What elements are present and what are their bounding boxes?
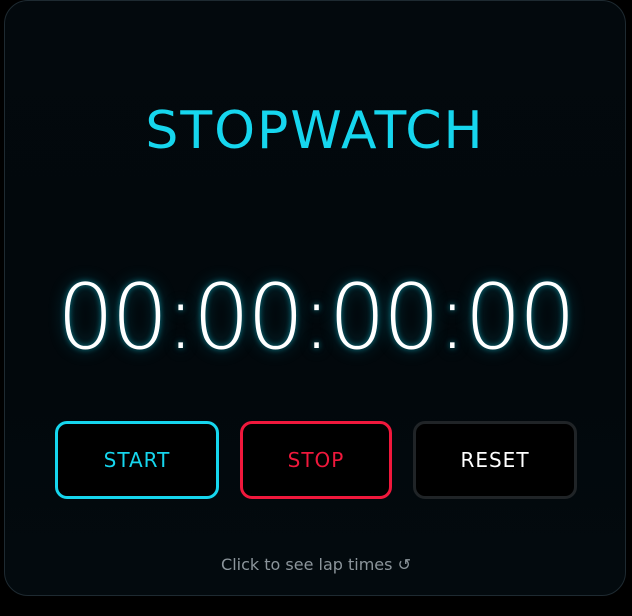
time-display: 00:00:00:00 [56, 265, 576, 370]
stop-button[interactable]: STOP [240, 421, 392, 499]
stopwatch-card: STOPWATCH 00:00:00:00 [4, 0, 626, 596]
lap-times-link[interactable]: Click to see lap times ↺ [0, 555, 632, 575]
app-title: STOPWATCH [145, 101, 485, 161]
start-button[interactable]: START [55, 421, 219, 499]
reset-button[interactable]: RESET [413, 421, 577, 499]
